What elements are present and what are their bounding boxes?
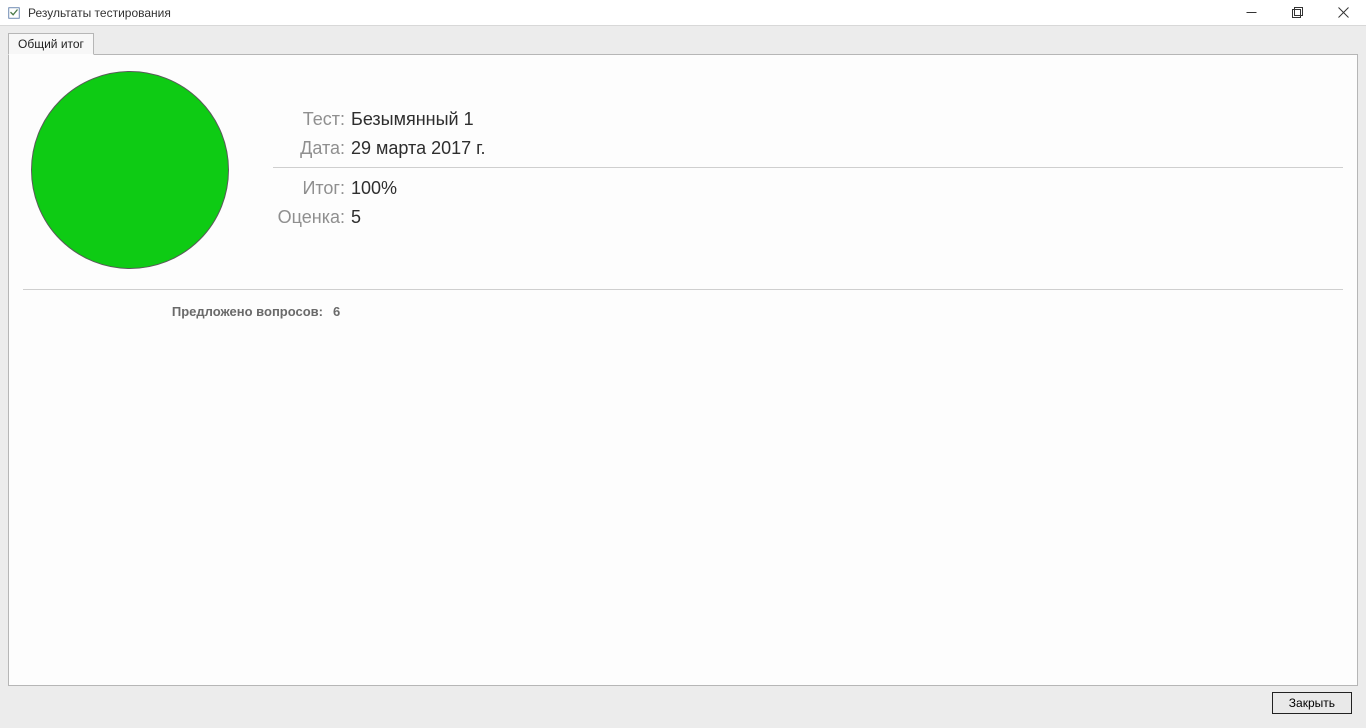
label-test: Тест: [273,109,345,130]
minimize-button[interactable] [1228,0,1274,25]
row-date: Дата: 29 марта 2017 г. [273,138,1343,159]
app-icon [6,5,22,21]
window-controls [1228,0,1366,25]
divider-full [23,289,1343,290]
client-area: Общий итог Тест: Безымянный 1 Дата: 29 м… [0,26,1366,728]
label-grade: Оценка: [273,207,345,228]
tab-summary[interactable]: Общий итог [8,33,94,55]
close-window-button[interactable] [1320,0,1366,25]
label-questions-offered: Предложено вопросов: [23,304,323,319]
row-grade: Оценка: 5 [273,207,1343,228]
maximize-button[interactable] [1274,0,1320,25]
window-title: Результаты тестирования [28,6,171,20]
row-result: Итог: 100% [273,178,1343,199]
value-test: Безымянный 1 [351,109,474,130]
row-questions-offered: Предложено вопросов: 6 [23,304,1343,319]
top-row: Тест: Безымянный 1 Дата: 29 марта 2017 г… [23,71,1343,269]
result-chart [23,71,233,269]
label-result: Итог: [273,178,345,199]
value-date: 29 марта 2017 г. [351,138,486,159]
summary-page: Тест: Безымянный 1 Дата: 29 марта 2017 г… [8,54,1358,686]
bottom-bar: Закрыть [8,686,1358,720]
close-button[interactable]: Закрыть [1272,692,1352,714]
label-date: Дата: [273,138,345,159]
window-titlebar: Результаты тестирования [0,0,1366,26]
result-pie-circle [31,71,229,269]
value-questions-offered: 6 [333,304,340,319]
divider-top [273,167,1343,168]
row-test: Тест: Безымянный 1 [273,109,1343,130]
value-grade: 5 [351,207,361,228]
info-block: Тест: Безымянный 1 Дата: 29 марта 2017 г… [233,71,1343,236]
value-result: 100% [351,178,397,199]
tab-strip: Общий итог [8,32,1358,54]
